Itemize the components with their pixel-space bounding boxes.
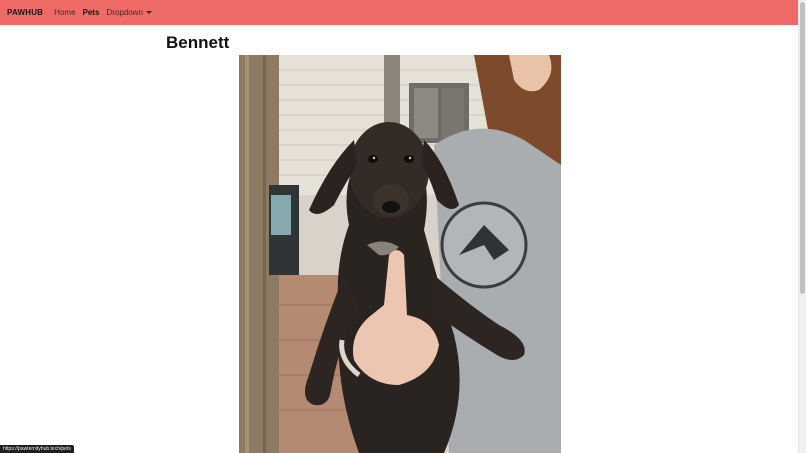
caret-down-icon xyxy=(145,11,152,14)
nav-dropdown-label: Dropdown xyxy=(106,8,143,17)
nav-link-pets[interactable]: Pets xyxy=(83,8,100,17)
nav-dropdown[interactable]: Dropdown xyxy=(106,8,152,17)
nav-link-home[interactable]: Home xyxy=(54,8,75,17)
navbar: PAWHUB Home Pets Dropdown xyxy=(0,0,798,25)
pet-photo xyxy=(239,55,561,453)
brand-logo[interactable]: PAWHUB xyxy=(7,8,43,17)
status-bar-url: https://pawternityhub.tech/pets xyxy=(0,445,74,453)
page-title: Bennett xyxy=(166,33,230,52)
scrollbar-thumb[interactable] xyxy=(800,2,805,294)
scrollbar[interactable] xyxy=(798,0,806,453)
